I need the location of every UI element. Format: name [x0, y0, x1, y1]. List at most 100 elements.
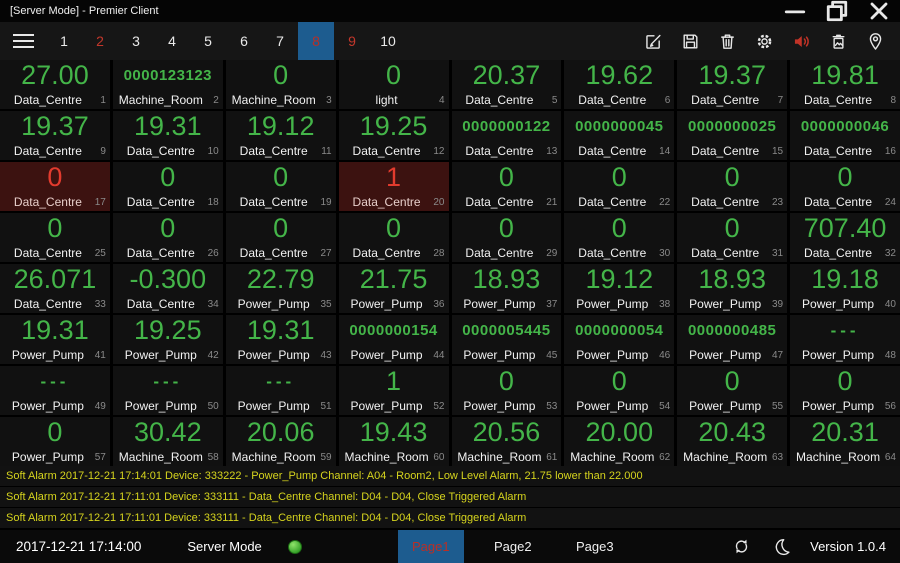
screen-tab-8[interactable]: 8 — [298, 22, 334, 60]
sensor-cell[interactable]: 0 Machine_Room 3 — [225, 60, 336, 109]
sensor-cell[interactable]: 0 Data_Centre 26 — [112, 213, 223, 262]
close-button[interactable] — [858, 0, 900, 22]
night-mode-button[interactable] — [770, 536, 792, 558]
sensor-cell[interactable]: 19.25 Power_Pump 42 — [112, 315, 223, 364]
sync-button[interactable] — [730, 536, 752, 558]
sensor-cell[interactable]: 0 Data_Centre 21 — [451, 162, 562, 211]
sensor-channel-label: Power_Pump — [576, 348, 649, 362]
sensor-cell[interactable]: 19.12 Power_Pump 38 — [564, 264, 675, 313]
sensor-cell[interactable]: 20.37 Data_Centre 5 — [451, 60, 562, 109]
sensor-cell[interactable]: 21.75 Power_Pump 36 — [338, 264, 449, 313]
sensor-cell[interactable]: 0 Power_Pump 55 — [677, 366, 788, 415]
sensor-cell[interactable]: 19.37 Data_Centre 9 — [0, 111, 110, 160]
settings-button[interactable] — [753, 30, 775, 52]
sensor-cell[interactable]: 19.31 Power_Pump 43 — [225, 315, 336, 364]
sensor-cell[interactable]: 19.37 Data_Centre 7 — [677, 60, 788, 109]
sensor-cell[interactable]: 19.18 Power_Pump 40 — [790, 264, 900, 313]
sensor-footer: Machine_Room 2 — [113, 92, 223, 109]
sensor-cell[interactable]: --- Power_Pump 48 — [790, 315, 900, 364]
location-button[interactable] — [864, 30, 886, 52]
sensor-cell[interactable]: 0000000045 Data_Centre 14 — [564, 111, 675, 160]
alarm-message[interactable]: Soft Alarm 2017-12-21 17:11:01 Device: 3… — [0, 487, 900, 507]
screen-tab-10[interactable]: 10 — [370, 22, 406, 60]
sensor-cell[interactable]: 0 Data_Centre 27 — [225, 213, 336, 262]
sensor-cell[interactable]: 0 Data_Centre 29 — [451, 213, 562, 262]
save-button[interactable] — [679, 30, 701, 52]
page-tab-page3[interactable]: Page3 — [562, 530, 628, 563]
sensor-cell[interactable]: 0000000025 Data_Centre 15 — [677, 111, 788, 160]
sensor-cell[interactable]: 20.56 Machine_Room 61 — [451, 417, 562, 466]
hamburger-menu-button[interactable] — [0, 22, 46, 60]
sensor-cell[interactable]: 0000000054 Power_Pump 46 — [564, 315, 675, 364]
sensor-cell[interactable]: 0 Data_Centre 17 — [0, 162, 110, 211]
sensor-cell[interactable]: 0 Power_Pump 54 — [564, 366, 675, 415]
sensor-cell[interactable]: 0 Data_Centre 22 — [564, 162, 675, 211]
sensor-cell[interactable]: 27.00 Data_Centre 1 — [0, 60, 110, 109]
sensor-cell[interactable]: 0 Power_Pump 57 — [0, 417, 110, 466]
restore-button[interactable] — [816, 0, 858, 22]
sensor-cell[interactable]: 19.12 Data_Centre 11 — [225, 111, 336, 160]
sensor-cell[interactable]: 0 Data_Centre 24 — [790, 162, 900, 211]
sensor-cell[interactable]: 22.79 Power_Pump 35 — [225, 264, 336, 313]
save-icon — [683, 34, 697, 49]
sensor-cell[interactable]: 19.43 Machine_Room 60 — [338, 417, 449, 466]
sensor-cell[interactable]: 20.31 Machine_Room 64 — [790, 417, 900, 466]
screen-tab-2[interactable]: 2 — [82, 22, 118, 60]
sensor-channel-index: 26 — [207, 248, 219, 259]
sensor-cell[interactable]: 19.81 Data_Centre 8 — [790, 60, 900, 109]
sensor-cell[interactable]: 20.00 Machine_Room 62 — [564, 417, 675, 466]
sensor-cell[interactable]: --- Power_Pump 49 — [0, 366, 110, 415]
sensor-cell[interactable]: 0 Data_Centre 18 — [112, 162, 223, 211]
sensor-cell[interactable]: 19.31 Data_Centre 10 — [112, 111, 223, 160]
sensor-cell[interactable]: 0 Power_Pump 53 — [451, 366, 562, 415]
sensor-cell[interactable]: --- Power_Pump 51 — [225, 366, 336, 415]
sensor-cell[interactable]: 30.42 Machine_Room 58 — [112, 417, 223, 466]
sensor-cell[interactable]: 1 Power_Pump 52 — [338, 366, 449, 415]
sensor-cell[interactable]: 0 Data_Centre 28 — [338, 213, 449, 262]
audio-alarm-button[interactable] — [790, 30, 812, 52]
clear-image-button[interactable] — [827, 30, 849, 52]
sensor-cell[interactable]: 0 Power_Pump 56 — [790, 366, 900, 415]
sensor-cell[interactable]: 0 Data_Centre 19 — [225, 162, 336, 211]
sensor-value: 0 — [611, 366, 627, 396]
sensor-cell[interactable]: 20.43 Machine_Room 63 — [677, 417, 788, 466]
screen-tab-5[interactable]: 5 — [190, 22, 226, 60]
sensor-cell[interactable]: -0.300 Data_Centre 34 — [112, 264, 223, 313]
sensor-cell[interactable]: 707.40 Data_Centre 32 — [790, 213, 900, 262]
sensor-cell[interactable]: 20.06 Machine_Room 59 — [225, 417, 336, 466]
screen-tab-1[interactable]: 1 — [46, 22, 82, 60]
screen-tab-3[interactable]: 3 — [118, 22, 154, 60]
page-tab-page1[interactable]: Page1 — [397, 530, 464, 563]
sensor-cell[interactable]: 0000000154 Power_Pump 44 — [338, 315, 449, 364]
alarm-message[interactable]: Soft Alarm 2017-12-21 17:11:01 Device: 3… — [0, 508, 900, 528]
sensor-cell[interactable]: 0000000046 Data_Centre 16 — [790, 111, 900, 160]
screen-tab-4[interactable]: 4 — [154, 22, 190, 60]
sensor-cell[interactable]: 0000000122 Data_Centre 13 — [451, 111, 562, 160]
alarm-message[interactable]: Soft Alarm 2017-12-21 17:14:01 Device: 3… — [0, 466, 900, 486]
edit-button[interactable] — [642, 30, 664, 52]
sensor-channel-index: 1 — [100, 95, 106, 106]
sensor-cell[interactable]: 0000123123 Machine_Room 2 — [112, 60, 223, 109]
sensor-cell[interactable]: 1 Data_Centre 20 — [338, 162, 449, 211]
sensor-cell[interactable]: 0000005445 Power_Pump 45 — [451, 315, 562, 364]
sensor-cell[interactable]: 18.93 Power_Pump 39 — [677, 264, 788, 313]
sensor-cell[interactable]: 0 Data_Centre 23 — [677, 162, 788, 211]
screen-tab-6[interactable]: 6 — [226, 22, 262, 60]
delete-button[interactable] — [716, 30, 738, 52]
minimize-button[interactable] — [774, 0, 816, 22]
sensor-cell[interactable]: 0 Data_Centre 30 — [564, 213, 675, 262]
screen-tab-7[interactable]: 7 — [262, 22, 298, 60]
sensor-cell[interactable]: 18.93 Power_Pump 37 — [451, 264, 562, 313]
sensor-cell[interactable]: 19.62 Data_Centre 6 — [564, 60, 675, 109]
sensor-cell[interactable]: 19.25 Data_Centre 12 — [338, 111, 449, 160]
sensor-cell[interactable]: 26.071 Data_Centre 33 — [0, 264, 110, 313]
sensor-cell[interactable]: 0000000485 Power_Pump 47 — [677, 315, 788, 364]
sensor-cell[interactable]: 0 light 4 — [338, 60, 449, 109]
page-tab-page2[interactable]: Page2 — [480, 530, 546, 563]
sensor-channel-index: 2 — [213, 95, 219, 106]
sensor-cell[interactable]: --- Power_Pump 50 — [112, 366, 223, 415]
sensor-cell[interactable]: 0 Data_Centre 25 — [0, 213, 110, 262]
sensor-cell[interactable]: 0 Data_Centre 31 — [677, 213, 788, 262]
screen-tab-9[interactable]: 9 — [334, 22, 370, 60]
sensor-cell[interactable]: 19.31 Power_Pump 41 — [0, 315, 110, 364]
